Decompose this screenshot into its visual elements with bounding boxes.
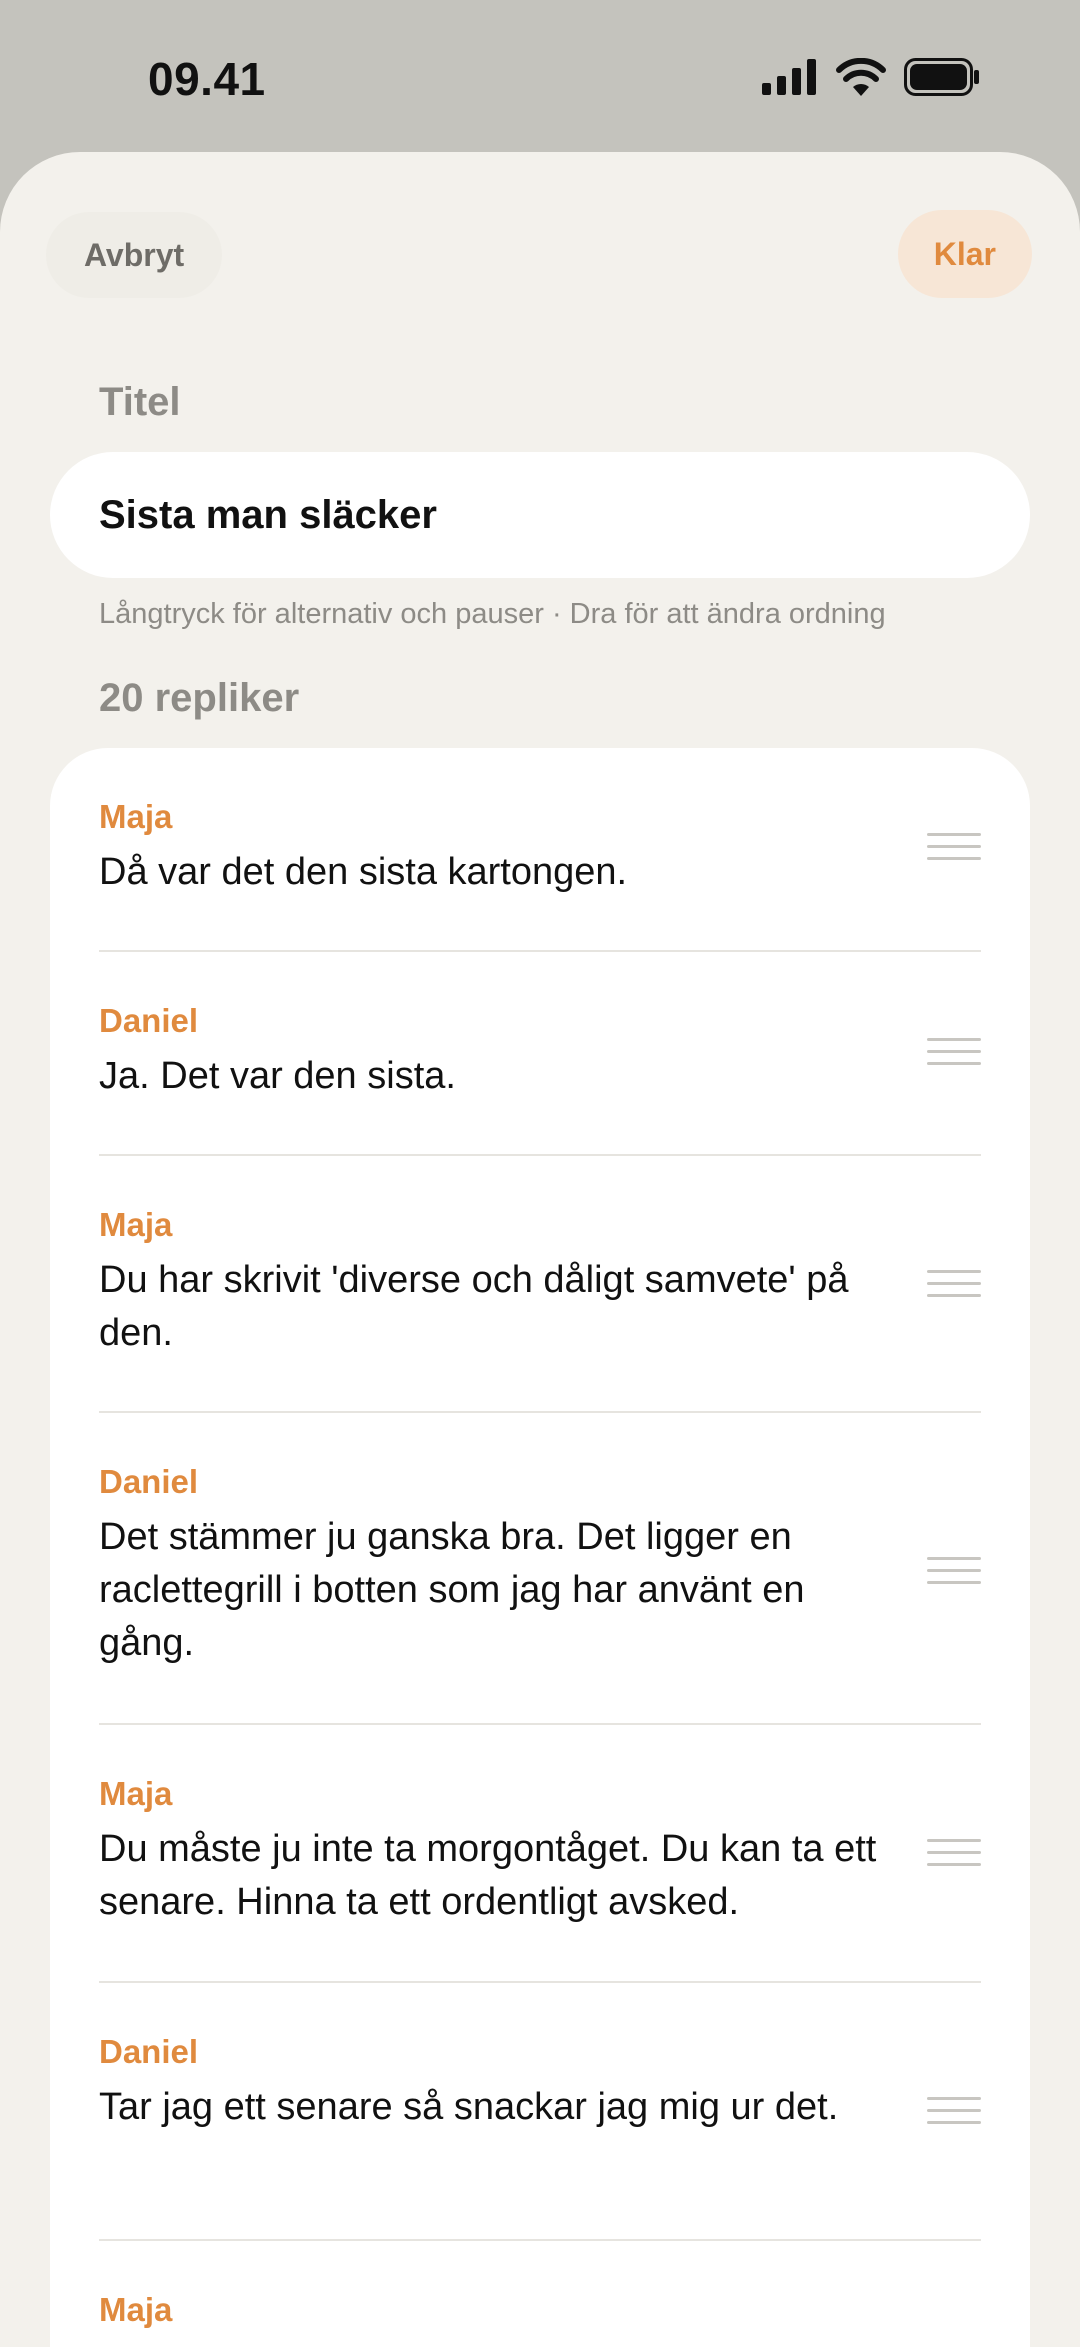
lines-list: Maja Då var det den sista kartongen. Dan… [50, 748, 1030, 2347]
drag-handle-icon[interactable] [927, 2097, 981, 2127]
wifi-icon [836, 58, 886, 96]
line-text: Du har skrivit 'diverse och dåligt samve… [99, 1259, 849, 1354]
edit-script-sheet: Avbryt Klar Titel Sista man släcker Lång… [0, 152, 1080, 2347]
list-item[interactable]: Maja Du har skrivit 'diverse och dåligt … [99, 1156, 981, 1413]
drag-handle-icon[interactable] [927, 833, 981, 863]
battery-icon [904, 58, 979, 96]
line-text: Då var det den sista kartongen. [99, 851, 628, 893]
speaker-name: Maja [99, 2291, 173, 2328]
speaker-name: Daniel [99, 1002, 199, 1039]
list-item[interactable]: Maja [99, 2241, 981, 2347]
cancel-button[interactable]: Avbryt [46, 212, 223, 298]
cellular-signal-icon [762, 59, 816, 95]
title-input[interactable]: Sista man släcker [50, 452, 1030, 578]
list-item[interactable]: Maja Du måste ju inte ta morgontåget. Du… [99, 1725, 981, 1983]
done-button[interactable]: Klar [897, 210, 1032, 298]
list-item[interactable]: Daniel Tar jag ett senare så snackar jag… [99, 1983, 981, 2241]
speaker-name: Daniel [99, 1463, 199, 1500]
line-text: Du måste ju inte ta morgontåget. Du kan … [99, 1828, 877, 1923]
speaker-name: Maja [99, 1206, 173, 1243]
title-section-label: Titel [99, 380, 181, 424]
status-icons [762, 58, 980, 96]
line-text: Ja. Det var den sista. [99, 1055, 456, 1097]
speaker-name: Maja [99, 1775, 173, 1812]
list-item[interactable]: Daniel Ja. Det var den sista. [99, 952, 981, 1156]
speaker-name: Daniel [99, 2033, 199, 2070]
list-item[interactable]: Daniel Det stämmer ju ganska bra. Det li… [99, 1413, 981, 1725]
drag-handle-icon[interactable] [927, 1839, 981, 1869]
lines-count-label: 20 repliker [99, 676, 300, 720]
list-item[interactable]: Maja Då var det den sista kartongen. [99, 748, 981, 952]
drag-handle-icon[interactable] [927, 1038, 981, 1068]
speaker-name: Maja [99, 798, 173, 835]
drag-handle-icon[interactable] [927, 1557, 981, 1587]
line-text: Det stämmer ju ganska bra. Det ligger en… [99, 1516, 805, 1664]
status-time: 09.41 [148, 53, 266, 105]
status-bar: 09.41 [0, 0, 1080, 152]
drag-handle-icon[interactable] [927, 1270, 981, 1300]
reorder-hint: Långtryck för alternativ och pauser · Dr… [99, 598, 886, 630]
line-text: Tar jag ett senare så snackar jag mig ur… [99, 2086, 839, 2128]
